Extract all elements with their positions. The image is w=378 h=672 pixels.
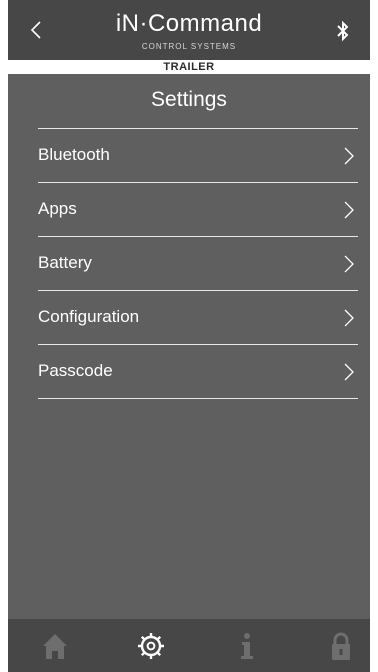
menu-item-apps[interactable]: Apps (38, 183, 358, 237)
menu-item-bluetooth[interactable]: Bluetooth (38, 129, 358, 183)
logo-main-text: iN·Command (115, 10, 263, 37)
bottom-nav (8, 619, 370, 672)
chevron-left-icon[interactable] (22, 16, 50, 44)
menu-item-passcode[interactable]: Passcode (38, 345, 358, 399)
brand-logo: iN·Command CONTROL SYSTEMS (98, 4, 280, 56)
bluetooth-icon[interactable] (330, 18, 356, 44)
menu-item-label: Bluetooth (38, 145, 110, 164)
menu-item-label: Passcode (38, 361, 113, 380)
trailer-label: TRAILER (163, 61, 215, 73)
app-screen: iN·Command CONTROL SYSTEMS TRAILER Setti… (8, 0, 370, 672)
lock-icon[interactable] (324, 629, 358, 663)
home-icon[interactable] (38, 629, 72, 663)
info-icon[interactable] (230, 629, 264, 663)
chevron-right-icon (344, 309, 354, 327)
menu-item-battery[interactable]: Battery (38, 237, 358, 291)
menu-item-label: Battery (38, 253, 92, 272)
menu-item-label: Configuration (38, 307, 140, 326)
logo-subtitle: CONTROL SYSTEMS (141, 42, 237, 51)
settings-menu: Bluetooth Apps Battery Configuration Pas… (38, 128, 358, 399)
page-title: Settings (151, 88, 227, 111)
chevron-right-icon (344, 147, 354, 165)
trailer-banner: TRAILER (8, 60, 370, 74)
chevron-right-icon (344, 255, 354, 273)
chevron-right-icon (344, 201, 354, 219)
menu-item-configuration[interactable]: Configuration (38, 291, 358, 345)
app-frame: iN·Command CONTROL SYSTEMS TRAILER Setti… (0, 0, 378, 672)
top-header: iN·Command CONTROL SYSTEMS (8, 0, 370, 60)
gear-icon[interactable] (134, 629, 168, 663)
menu-item-label: Apps (38, 199, 77, 218)
chevron-right-icon (344, 363, 354, 381)
